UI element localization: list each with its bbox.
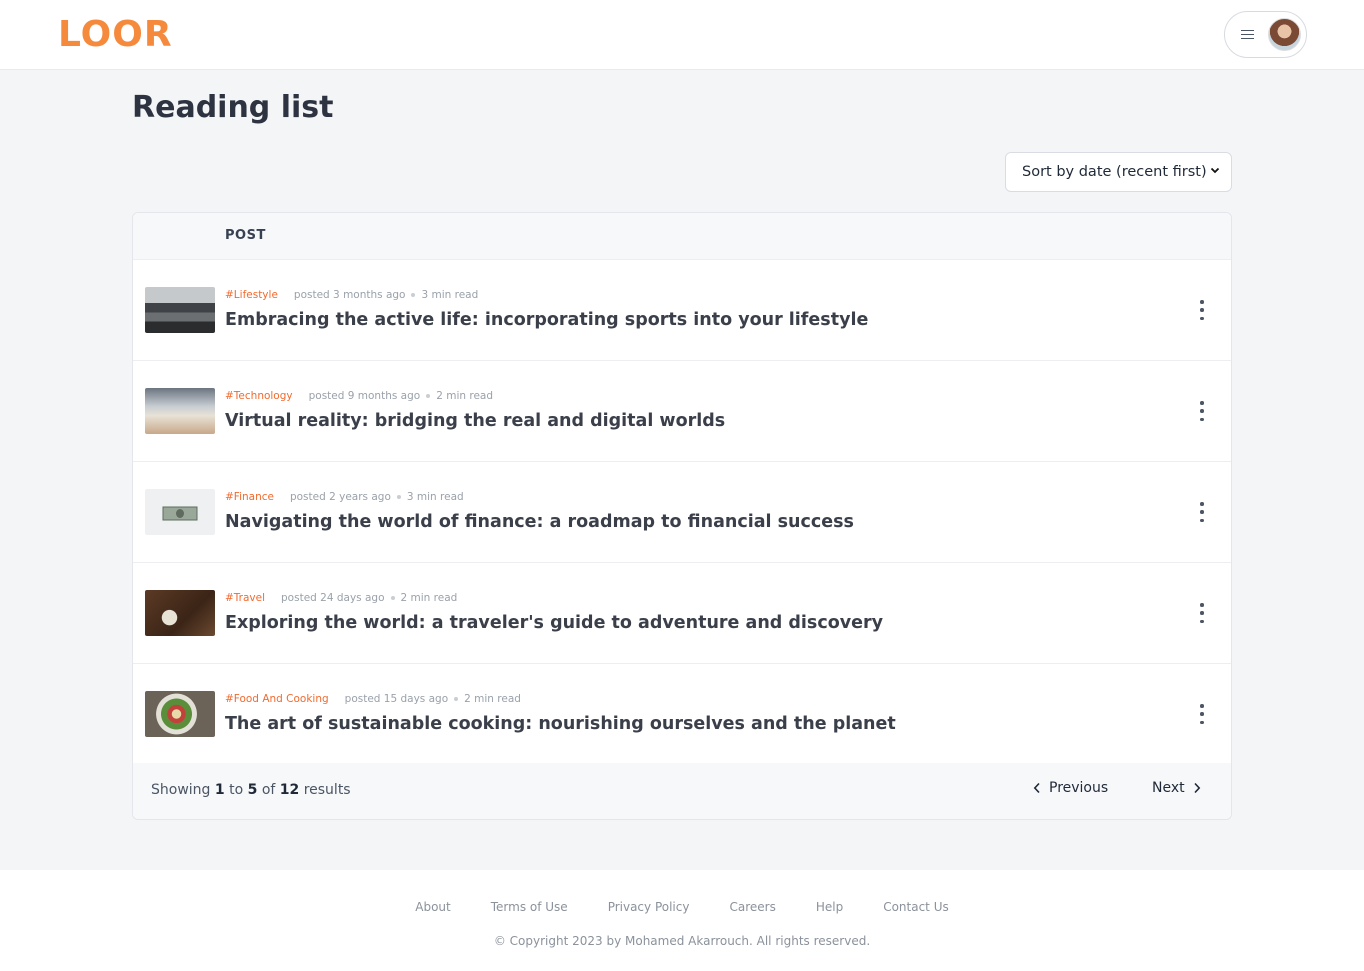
next-button-label: Next [1152, 780, 1185, 796]
sort-select[interactable]: Sort by date (recent first) [1005, 152, 1232, 192]
results-summary: Showing 1 to 5 of 12 results [151, 782, 351, 798]
post-meta: #Technology posted 9 months ago 2 min re… [225, 390, 493, 402]
results-to-word: to [229, 782, 244, 798]
table-row: #Finance posted 2 years ago 3 min read N… [133, 462, 1231, 563]
chevron-right-icon [1194, 782, 1200, 794]
more-options-icon[interactable] [1195, 603, 1209, 623]
chevron-left-icon [1033, 782, 1040, 794]
more-options-icon[interactable] [1195, 401, 1209, 421]
previous-button-label: Previous [1049, 780, 1109, 796]
hamburger-icon [1241, 29, 1254, 40]
pagination-bar: Showing 1 to 5 of 12 results Previous Ne… [133, 763, 1231, 819]
separator-dot [454, 697, 459, 701]
results-of-word: of [261, 782, 276, 798]
post-date: posted 2 years ago [289, 491, 391, 503]
table-header: POST [133, 213, 1231, 260]
footer-link-careers[interactable]: Careers [729, 900, 775, 914]
results-total: 12 [279, 782, 300, 798]
post-read-time: 3 min read [421, 289, 479, 301]
footer-link-about[interactable]: About [415, 900, 450, 914]
separator-dot [411, 293, 416, 297]
chevron-down-icon [1210, 164, 1220, 179]
post-meta: #Lifestyle posted 3 months ago 3 min rea… [225, 289, 478, 301]
footer-link-terms[interactable]: Terms of Use [491, 900, 568, 914]
user-menu-button[interactable] [1224, 11, 1307, 58]
table-row: #Technology posted 9 months ago 2 min re… [133, 361, 1231, 462]
banknote-icon [162, 506, 198, 521]
table-row: #Lifestyle posted 3 months ago 3 min rea… [133, 260, 1231, 361]
post-tag[interactable]: #Lifestyle [225, 289, 278, 301]
post-read-time: 3 min read [406, 491, 464, 503]
post-thumbnail[interactable] [145, 287, 215, 333]
more-options-icon[interactable] [1195, 300, 1209, 320]
post-thumbnail[interactable] [145, 590, 215, 636]
post-tag[interactable]: #Food And Cooking [225, 693, 329, 705]
page-title: Reading list [132, 90, 334, 125]
reading-list-table: POST #Lifestyle posted 3 months ago 3 mi… [132, 212, 1232, 820]
footer-link-help[interactable]: Help [816, 900, 843, 914]
avatar [1268, 18, 1301, 51]
copyright-text: © Copyright 2023 by Mohamed Akarrouch. A… [493, 934, 871, 948]
separator-dot [396, 495, 401, 499]
next-button[interactable]: Next [1152, 780, 1201, 796]
post-read-time: 2 min read [436, 390, 494, 402]
more-options-icon[interactable] [1195, 704, 1209, 724]
post-thumbnail[interactable] [145, 691, 215, 737]
post-tag[interactable]: #Finance [225, 491, 274, 503]
post-date: posted 24 days ago [281, 592, 385, 604]
post-read-time: 2 min read [464, 693, 521, 705]
logo[interactable]: LOOR [58, 14, 173, 55]
post-thumbnail[interactable] [145, 388, 215, 434]
footer-link-contact[interactable]: Contact Us [883, 900, 949, 914]
post-title-link[interactable]: Embracing the active life: incorporating… [225, 310, 868, 330]
post-date: posted 9 months ago [308, 390, 421, 402]
post-thumbnail[interactable] [145, 489, 215, 535]
column-header-post: POST [225, 228, 266, 243]
post-tag[interactable]: #Travel [225, 592, 265, 604]
post-date: posted 15 days ago [344, 693, 449, 705]
table-row: #Food And Cooking posted 15 days ago 2 m… [133, 664, 1231, 763]
more-options-icon[interactable] [1195, 502, 1209, 522]
separator-dot [390, 596, 395, 600]
results-summary-prefix: Showing [151, 782, 211, 798]
footer-links: About Terms of Use Privacy Policy Career… [0, 900, 1364, 914]
results-from: 1 [214, 782, 225, 798]
post-meta: #Travel posted 24 days ago 2 min read [225, 592, 457, 604]
post-tag[interactable]: #Technology [225, 390, 293, 402]
post-meta: #Finance posted 2 years ago 3 min read [225, 491, 464, 503]
results-to: 5 [247, 782, 258, 798]
previous-button[interactable]: Previous [1033, 780, 1108, 796]
post-title-link[interactable]: The art of sustainable cooking: nourishi… [225, 714, 896, 734]
top-bar: LOOR [0, 0, 1364, 70]
post-date: posted 3 months ago [293, 289, 406, 301]
table-row: #Travel posted 24 days ago 2 min read Ex… [133, 563, 1231, 664]
results-word: results [303, 782, 351, 798]
footer-link-privacy[interactable]: Privacy Policy [608, 900, 690, 914]
post-title-link[interactable]: Navigating the world of finance: a roadm… [225, 512, 854, 532]
sort-select-value: Sort by date (recent first) [1022, 164, 1207, 180]
post-title-link[interactable]: Exploring the world: a traveler's guide … [225, 613, 883, 633]
site-footer: About Terms of Use Privacy Policy Career… [0, 870, 1364, 971]
post-meta: #Food And Cooking posted 15 days ago 2 m… [225, 693, 521, 705]
post-read-time: 2 min read [400, 592, 458, 604]
separator-dot [426, 394, 431, 398]
post-title-link[interactable]: Virtual reality: bridging the real and d… [225, 411, 725, 431]
